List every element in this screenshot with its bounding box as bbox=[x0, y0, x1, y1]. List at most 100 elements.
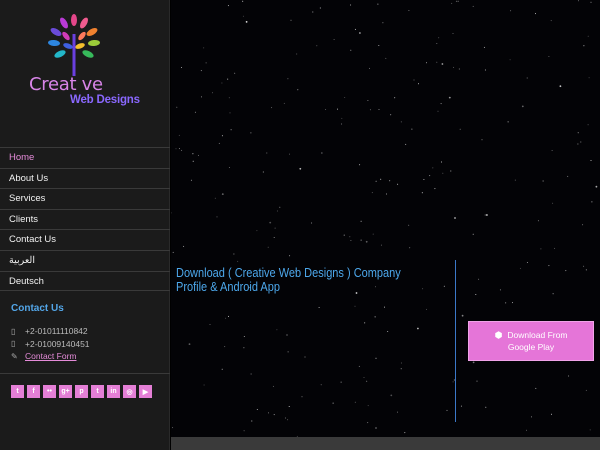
star bbox=[251, 420, 253, 422]
star bbox=[245, 21, 248, 23]
star bbox=[321, 152, 323, 154]
nav-item-arabic[interactable]: العربية bbox=[0, 249, 170, 271]
star bbox=[176, 106, 178, 108]
star bbox=[311, 222, 313, 224]
star bbox=[436, 43, 438, 44]
star bbox=[475, 294, 477, 295]
star bbox=[568, 375, 570, 377]
star bbox=[483, 46, 485, 48]
star bbox=[583, 265, 585, 267]
star bbox=[509, 59, 511, 61]
main-nav: Home About Us Services Clients Contact U… bbox=[0, 147, 170, 292]
google-play-download-button[interactable]: ⬢ Download From Google Play bbox=[468, 321, 594, 361]
star bbox=[565, 270, 567, 272]
star bbox=[552, 202, 554, 204]
star bbox=[242, 15, 244, 17]
star bbox=[587, 35, 589, 37]
star bbox=[359, 164, 361, 166]
star bbox=[378, 45, 380, 46]
star bbox=[505, 302, 507, 304]
star bbox=[203, 384, 205, 386]
nav-item-contact-us[interactable]: Contact Us bbox=[0, 229, 170, 250]
star bbox=[577, 132, 579, 134]
star bbox=[286, 334, 288, 336]
star bbox=[350, 4, 352, 6]
logo[interactable]: Creat ve Web Designs bbox=[22, 14, 152, 114]
star bbox=[344, 97, 346, 98]
star bbox=[446, 409, 448, 411]
instagram-icon[interactable]: ◎ bbox=[123, 385, 136, 398]
star bbox=[385, 57, 387, 59]
star bbox=[287, 419, 289, 421]
nav-item-deutsch[interactable]: Deutsch bbox=[0, 270, 170, 292]
star bbox=[290, 19, 292, 21]
star bbox=[366, 380, 368, 382]
star bbox=[554, 247, 556, 249]
star bbox=[372, 233, 374, 235]
star bbox=[429, 175, 431, 177]
flickr-icon[interactable]: •• bbox=[43, 385, 56, 398]
contact-form-link[interactable]: Contact Form bbox=[25, 351, 77, 361]
tumblr-icon[interactable]: t bbox=[91, 385, 104, 398]
star bbox=[221, 82, 223, 84]
star bbox=[442, 172, 444, 174]
youtube-icon[interactable]: ▶ bbox=[139, 385, 152, 398]
star bbox=[371, 192, 373, 194]
linkedin-icon[interactable]: in bbox=[107, 385, 120, 398]
star bbox=[455, 0, 457, 2]
star bbox=[542, 180, 544, 182]
nav-item-clients[interactable]: Clients bbox=[0, 208, 170, 230]
nav-item-services[interactable]: Services bbox=[0, 188, 170, 209]
star bbox=[535, 13, 536, 15]
star bbox=[256, 230, 258, 232]
star bbox=[287, 351, 289, 353]
star bbox=[441, 161, 442, 163]
star bbox=[386, 193, 387, 195]
star bbox=[551, 413, 552, 415]
star bbox=[243, 430, 245, 432]
star bbox=[183, 245, 185, 247]
star bbox=[432, 167, 434, 169]
star bbox=[341, 123, 343, 125]
star bbox=[343, 234, 345, 236]
star bbox=[273, 237, 275, 238]
star bbox=[171, 212, 172, 214]
star bbox=[205, 62, 207, 64]
star bbox=[418, 83, 419, 85]
star bbox=[274, 227, 276, 229]
star bbox=[585, 389, 587, 391]
star bbox=[380, 244, 382, 246]
pencil-icon: ✎ bbox=[11, 351, 18, 361]
star bbox=[476, 380, 478, 382]
facebook-icon[interactable]: f bbox=[27, 385, 40, 398]
star bbox=[514, 179, 516, 181]
star bbox=[224, 346, 226, 348]
star bbox=[595, 185, 598, 188]
star bbox=[510, 10, 512, 12]
star bbox=[443, 285, 445, 287]
google-plus-icon[interactable]: g+ bbox=[59, 385, 72, 398]
star bbox=[451, 2, 453, 4]
star bbox=[256, 409, 258, 410]
star bbox=[367, 100, 369, 101]
hero-headline[interactable]: Download ( Creative Web Designs ) Compan… bbox=[176, 266, 414, 294]
brand-tagline: Web Designs bbox=[70, 94, 140, 106]
nav-item-about-us[interactable]: About Us bbox=[0, 167, 170, 189]
star bbox=[537, 220, 539, 222]
star bbox=[350, 49, 352, 51]
star bbox=[276, 210, 278, 212]
twitter-icon[interactable]: t bbox=[11, 385, 24, 398]
star bbox=[434, 188, 436, 190]
pinterest-icon[interactable]: p bbox=[75, 385, 88, 398]
star bbox=[526, 77, 528, 79]
star bbox=[590, 160, 592, 161]
star bbox=[375, 180, 377, 182]
star bbox=[400, 368, 402, 370]
nav-item-home[interactable]: Home bbox=[0, 147, 170, 168]
phone-number-1: +2-01011110842 bbox=[25, 326, 88, 337]
star bbox=[440, 103, 442, 105]
bottom-bar bbox=[171, 437, 600, 450]
star bbox=[250, 373, 252, 375]
star bbox=[375, 427, 377, 429]
star bbox=[365, 240, 368, 243]
